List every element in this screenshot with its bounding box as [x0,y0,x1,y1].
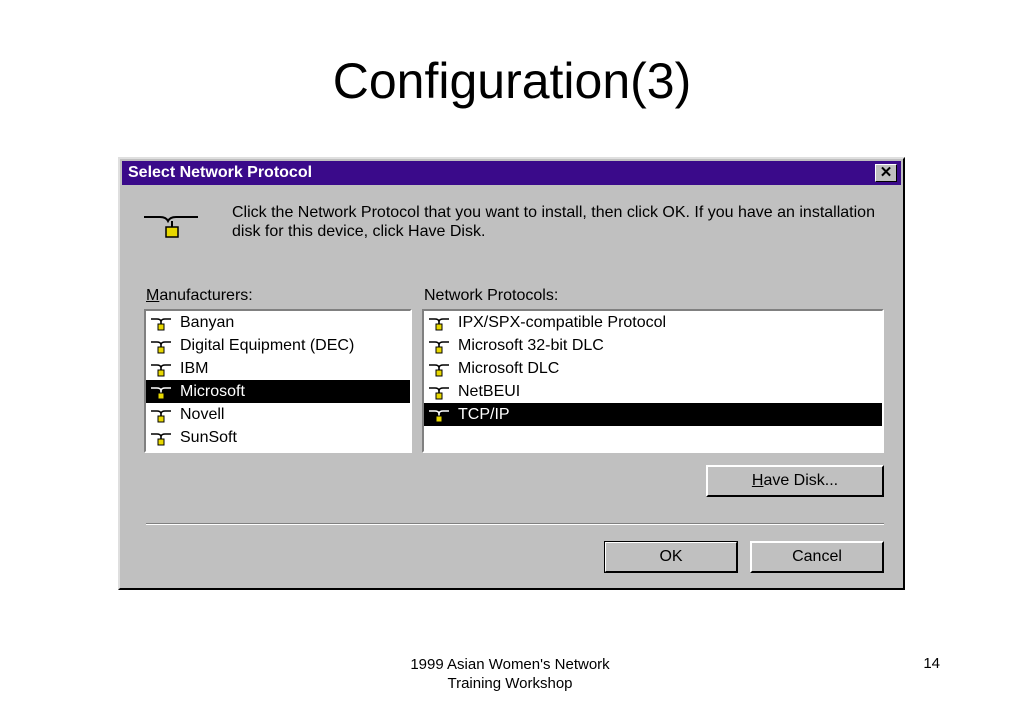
manufacturer-list-item[interactable]: Digital Equipment (DEC) [146,334,410,357]
have-disk-hotkey: H [751,472,764,489]
page-number: 14 [923,655,940,672]
protocol-item-label: TCP/IP [458,406,510,423]
network-protocol-icon [151,410,171,423]
manufacturer-item-label: Microsoft [180,383,245,400]
manufacturer-item-label: IBM [180,360,209,377]
have-disk-button[interactable]: Have Disk... [706,465,884,497]
cancel-button[interactable]: Cancel [750,541,884,573]
protocol-list-item[interactable]: TCP/IP [424,403,882,426]
manufacturers-label: Manufacturers: [146,287,253,305]
network-protocol-icon [429,318,449,331]
network-protocol-icon [151,387,171,400]
manufacturer-list-item[interactable]: IBM [146,357,410,380]
protocol-item-label: IPX/SPX-compatible Protocol [458,314,667,331]
network-protocol-icon [151,341,171,354]
protocol-item-label: Microsoft DLC [458,360,560,377]
manufacturer-item-label: Novell [180,406,225,423]
slide-footer: 1999 Asian Women's Network Training Work… [360,655,660,693]
network-protocol-icon [151,433,171,446]
manufacturer-item-label: Digital Equipment (DEC) [180,337,355,354]
manufacturer-list-item[interactable]: Banyan [146,311,410,334]
ok-button[interactable]: OK [604,541,738,573]
network-protocol-icon [144,216,198,238]
protocol-list-item[interactable]: Microsoft 32-bit DLC [424,334,882,357]
manufacturer-list-item[interactable]: SunSoft [146,426,410,449]
network-protocol-icon [429,364,449,377]
dialog-titlebar[interactable]: Select Network Protocol ✕ [122,161,901,185]
network-protocols-label: Network Protocols: [424,287,559,304]
have-disk-label: ave Disk... [763,472,839,489]
network-protocol-icon [151,318,171,331]
network-protocol-icon [429,341,449,354]
manufacturer-list-item[interactable]: Novell [146,403,410,426]
manufacturers-label-hotkey: M [146,287,160,304]
protocol-list-item[interactable]: Microsoft DLC [424,357,882,380]
close-button[interactable]: ✕ [875,164,897,182]
slide-title: Configuration(3) [332,53,692,109]
network-protocol-icon [429,387,449,400]
close-icon: ✕ [879,164,893,181]
protocol-item-label: Microsoft 32-bit DLC [458,337,604,354]
instruction-text: Click the Network Protocol that you want… [232,204,875,240]
network-protocol-icon [151,364,171,377]
manufacturers-label-text: anufacturers: [159,287,253,304]
dialog-title: Select Network Protocol [128,164,313,181]
protocol-item-label: NetBEUI [458,383,521,400]
protocol-list-item[interactable]: IPX/SPX-compatible Protocol [424,311,882,334]
manufacturer-item-label: SunSoft [180,429,237,446]
select-network-protocol-dialog: Select Network Protocol ✕ Click the Netw… [118,157,905,590]
manufacturers-listbox[interactable]: Banyan Digital Equipment (DEC) IBM Microsof… [144,309,412,453]
protocol-list-item[interactable]: NetBEUI [424,380,882,403]
footer-line-1: 1999 Asian Women's Network [410,656,610,673]
network-protocol-icon [429,410,449,423]
manufacturer-list-item[interactable]: Microsoft [146,380,410,403]
dialog-separator [146,523,884,525]
manufacturer-item-label: Banyan [180,314,235,331]
network-protocols-listbox[interactable]: IPX/SPX-compatible Protocol Microsoft 32-… [422,309,884,453]
footer-line-2: Training Workshop [447,675,573,692]
